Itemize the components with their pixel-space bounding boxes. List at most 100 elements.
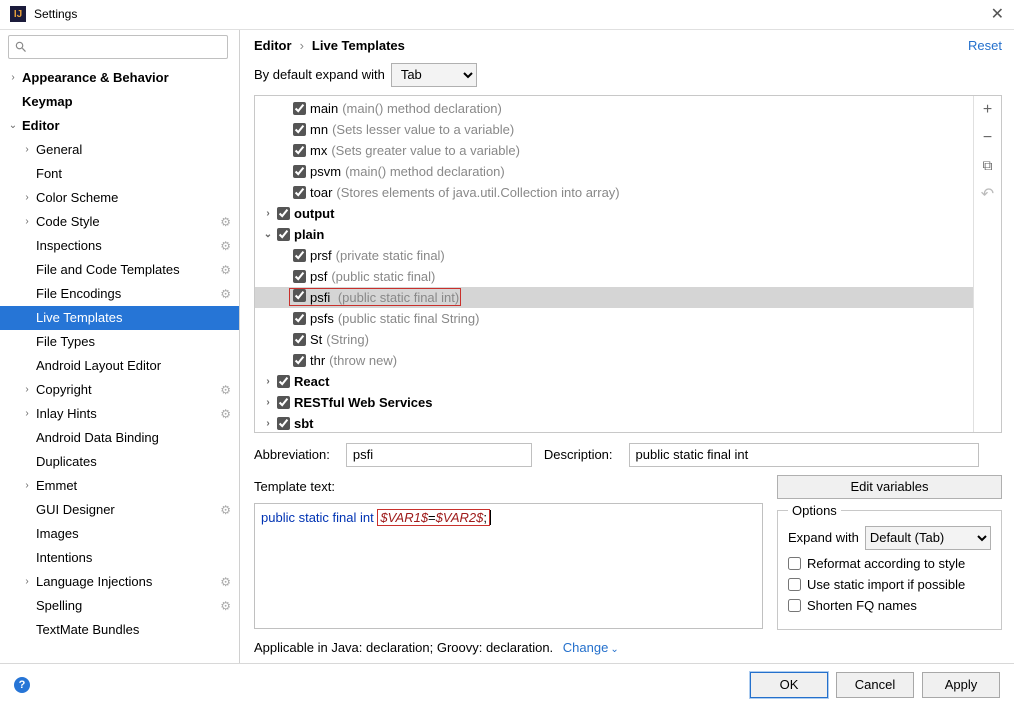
description-input[interactable] [629,443,979,467]
undo-icon[interactable]: ↶ [981,184,994,204]
group-checkbox[interactable] [277,417,290,430]
template-group-plain[interactable]: ⌄plain [255,224,973,245]
remove-icon[interactable]: − [983,129,992,147]
template-checkbox[interactable] [293,249,306,262]
group-name: RESTful Web Services [294,395,432,410]
sidebar-item-copyright[interactable]: ›Copyright⚙ [0,378,239,402]
help-icon[interactable]: ? [14,677,30,693]
shorten-fq-checkbox[interactable] [788,599,801,612]
template-group-sbt[interactable]: ›sbt [255,413,973,432]
abbreviation-input[interactable] [346,443,532,467]
sidebar-item-label: Duplicates [34,454,239,469]
group-name: sbt [294,416,314,431]
template-item-mx[interactable]: mx (Sets greater value to a variable) [255,140,973,161]
sidebar-item-textmate-bundles[interactable]: TextMate Bundles [0,618,239,642]
sidebar-item-spelling[interactable]: Spelling⚙ [0,594,239,618]
chevron-icon: › [20,216,34,227]
template-checkbox[interactable] [293,312,306,325]
gear-icon: ⚙ [220,263,231,277]
template-item-main[interactable]: main (main() method declaration) [255,98,973,119]
group-checkbox[interactable] [277,207,290,220]
sidebar-item-color-scheme[interactable]: ›Color Scheme [0,186,239,210]
sidebar-item-gui-designer[interactable]: GUI Designer⚙ [0,498,239,522]
sidebar-item-images[interactable]: Images [0,522,239,546]
sidebar-item-intentions[interactable]: Intentions [0,546,239,570]
template-name: mx [310,143,327,158]
description-label: Description: [544,447,613,462]
add-icon[interactable]: + [983,101,992,119]
template-desc: (main() method declaration) [342,101,502,116]
group-checkbox[interactable] [277,228,290,241]
sidebar-item-android-layout-editor[interactable]: Android Layout Editor [0,354,239,378]
template-group-output[interactable]: ›output [255,203,973,224]
copy-icon[interactable]: ⧉ [983,157,993,174]
change-context-link[interactable]: Change [563,640,609,655]
template-checkbox[interactable] [293,165,306,178]
ok-button[interactable]: OK [750,672,828,698]
template-text-editor[interactable]: public static final int $VAR1$=$VAR2$; [254,503,763,629]
template-checkbox[interactable] [293,354,306,367]
group-checkbox[interactable] [277,375,290,388]
sidebar-item-general[interactable]: ›General [0,138,239,162]
sidebar-item-live-templates[interactable]: Live Templates [0,306,239,330]
template-checkbox[interactable] [293,333,306,346]
sidebar-item-label: Font [34,166,239,181]
template-checkbox[interactable] [293,102,306,115]
template-group-restful-web-services[interactable]: ›RESTful Web Services [255,392,973,413]
settings-sidebar: ›Appearance & BehaviorKeymap⌄Editor›Gene… [0,30,240,663]
sidebar-item-inlay-hints[interactable]: ›Inlay Hints⚙ [0,402,239,426]
template-checkbox[interactable] [293,289,306,302]
options-expand-select[interactable]: Default (Tab) [865,526,991,550]
template-item-prsf[interactable]: prsf (private static final) [255,245,973,266]
template-item-st[interactable]: St (String) [255,329,973,350]
sidebar-item-inspections[interactable]: Inspections⚙ [0,234,239,258]
static-import-checkbox[interactable] [788,578,801,591]
template-desc: (public static final int) [334,290,459,305]
sidebar-item-file-and-code-templates[interactable]: File and Code Templates⚙ [0,258,239,282]
breadcrumb-editor[interactable]: Editor [254,38,292,53]
chevron-right-icon: › [300,38,304,53]
sidebar-item-font[interactable]: Font [0,162,239,186]
expand-with-select[interactable]: Tab [391,63,477,87]
template-checkbox[interactable] [293,123,306,136]
sidebar-item-label: Live Templates [34,310,239,325]
sidebar-item-label: Language Injections [34,574,220,589]
sidebar-item-label: Color Scheme [34,190,239,205]
template-checkbox[interactable] [293,270,306,283]
close-icon[interactable]: ✕ [991,4,1004,24]
template-name: psfs [310,311,334,326]
sidebar-item-emmet[interactable]: ›Emmet [0,474,239,498]
group-checkbox[interactable] [277,396,290,409]
search-input[interactable] [8,35,228,59]
sidebar-item-code-style[interactable]: ›Code Style⚙ [0,210,239,234]
template-item-psfs[interactable]: psfs (public static final String) [255,308,973,329]
template-checkbox[interactable] [293,144,306,157]
sidebar-item-label: File and Code Templates [34,262,220,277]
apply-button[interactable]: Apply [922,672,1000,698]
templates-list[interactable]: main (main() method declaration)mn (Sets… [255,96,973,432]
sidebar-item-editor[interactable]: ⌄Editor [0,114,239,138]
chevron-icon: › [261,376,275,387]
template-item-toar[interactable]: toar (Stores elements of java.util.Colle… [255,182,973,203]
sidebar-item-duplicates[interactable]: Duplicates [0,450,239,474]
cancel-button[interactable]: Cancel [836,672,914,698]
reformat-checkbox[interactable] [788,557,801,570]
template-item-psf[interactable]: psf (public static final) [255,266,973,287]
chevron-icon: › [20,576,34,587]
template-checkbox[interactable] [293,186,306,199]
template-item-psfi[interactable]: psfi (public static final int) [255,287,973,308]
template-item-mn[interactable]: mn (Sets lesser value to a variable) [255,119,973,140]
chevron-icon: › [20,144,34,155]
template-item-psvm[interactable]: psvm (main() method declaration) [255,161,973,182]
sidebar-item-language-injections[interactable]: ›Language Injections⚙ [0,570,239,594]
sidebar-item-keymap[interactable]: Keymap [0,90,239,114]
sidebar-item-android-data-binding[interactable]: Android Data Binding [0,426,239,450]
template-item-thr[interactable]: thr (throw new) [255,350,973,371]
template-desc: (Stores elements of java.util.Collection… [336,185,619,200]
sidebar-item-appearance-behavior[interactable]: ›Appearance & Behavior [0,66,239,90]
sidebar-item-file-encodings[interactable]: File Encodings⚙ [0,282,239,306]
sidebar-item-file-types[interactable]: File Types [0,330,239,354]
edit-variables-button[interactable]: Edit variables [777,475,1002,499]
reset-link[interactable]: Reset [968,38,1002,53]
template-group-react[interactable]: ›React [255,371,973,392]
